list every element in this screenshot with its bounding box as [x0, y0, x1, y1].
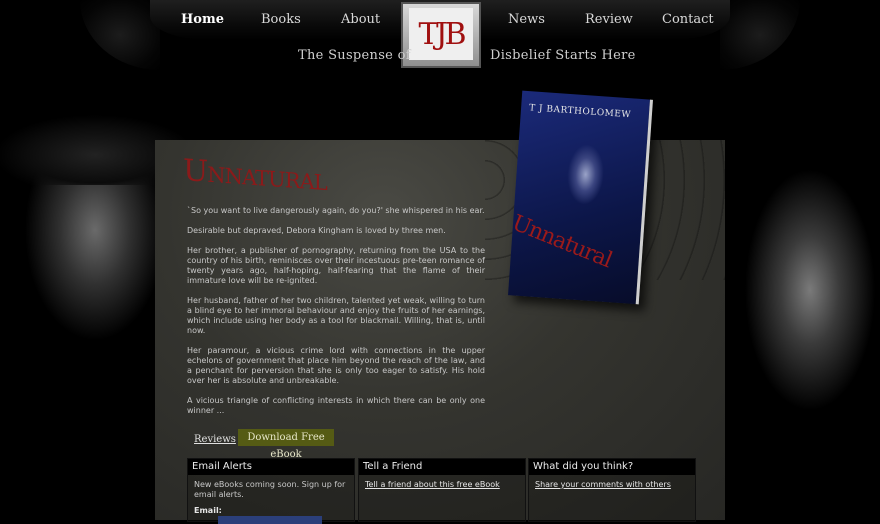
- right-figure-image: [720, 140, 880, 520]
- email-alerts-body: New eBooks coming soon. Sign up for emai…: [188, 475, 354, 521]
- header-ribbon-left-tail: [80, 0, 160, 70]
- email-label: Email:: [194, 506, 222, 515]
- tagline-left: The Suspense of: [298, 48, 411, 63]
- site-logo[interactable]: TJB: [401, 2, 481, 68]
- tell-friend-body: Tell a friend about this free eBook: [359, 475, 525, 495]
- synopsis-paragraph: A vicious triangle of conflicting intere…: [187, 396, 485, 415]
- cover-figure-image: [559, 141, 611, 223]
- email-alerts-box: Email Alerts New eBooks coming soon. Sig…: [187, 458, 355, 524]
- book-cover[interactable]: T J BARTHOLOMEW Unnatural: [508, 90, 653, 305]
- tell-friend-link[interactable]: Tell a friend about this free eBook: [365, 480, 500, 489]
- share-comments-link[interactable]: Share your comments with others: [535, 480, 671, 489]
- tagline-right: Disbelief Starts Here: [490, 48, 636, 63]
- left-figure-image: [0, 150, 180, 520]
- nav-review[interactable]: Review: [585, 12, 633, 27]
- nav-books[interactable]: Books: [261, 12, 301, 27]
- download-ebook-button[interactable]: Download Free eBook: [238, 429, 334, 460]
- tell-friend-box: Tell a Friend Tell a friend about this f…: [358, 458, 526, 522]
- email-alerts-title: Email Alerts: [188, 459, 354, 475]
- synopsis-paragraph: Her husband, father of her two children,…: [187, 296, 485, 335]
- synopsis-paragraph: Desirable but depraved, Debora Kingham i…: [187, 226, 446, 235]
- logo-monogram: TJB: [409, 8, 473, 60]
- nav-contact[interactable]: Contact: [662, 12, 714, 27]
- tell-friend-title: Tell a Friend: [359, 459, 525, 475]
- synopsis-paragraph: Her paramour, a vicious crime lord with …: [187, 346, 485, 385]
- nav-news[interactable]: News: [508, 12, 545, 27]
- synopsis-paragraph: Her brother, a publisher of pornography,…: [187, 246, 485, 285]
- email-field[interactable]: [218, 516, 322, 524]
- nav-home[interactable]: Home: [181, 12, 224, 27]
- book-synopsis: `So you want to live dangerously again, …: [187, 206, 485, 426]
- email-alerts-text: New eBooks coming soon. Sign up for emai…: [194, 480, 346, 499]
- cover-author: T J BARTHOLOMEW: [528, 103, 632, 121]
- reviews-link[interactable]: Reviews: [194, 434, 236, 445]
- feedback-body: Share your comments with others: [529, 475, 695, 495]
- feedback-box: What did you think? Share your comments …: [528, 458, 696, 522]
- header-ribbon-right-tail: [720, 0, 800, 70]
- feedback-title: What did you think?: [529, 459, 695, 475]
- synopsis-paragraph: `So you want to live dangerously again, …: [187, 206, 485, 215]
- nav-about[interactable]: About: [341, 12, 380, 27]
